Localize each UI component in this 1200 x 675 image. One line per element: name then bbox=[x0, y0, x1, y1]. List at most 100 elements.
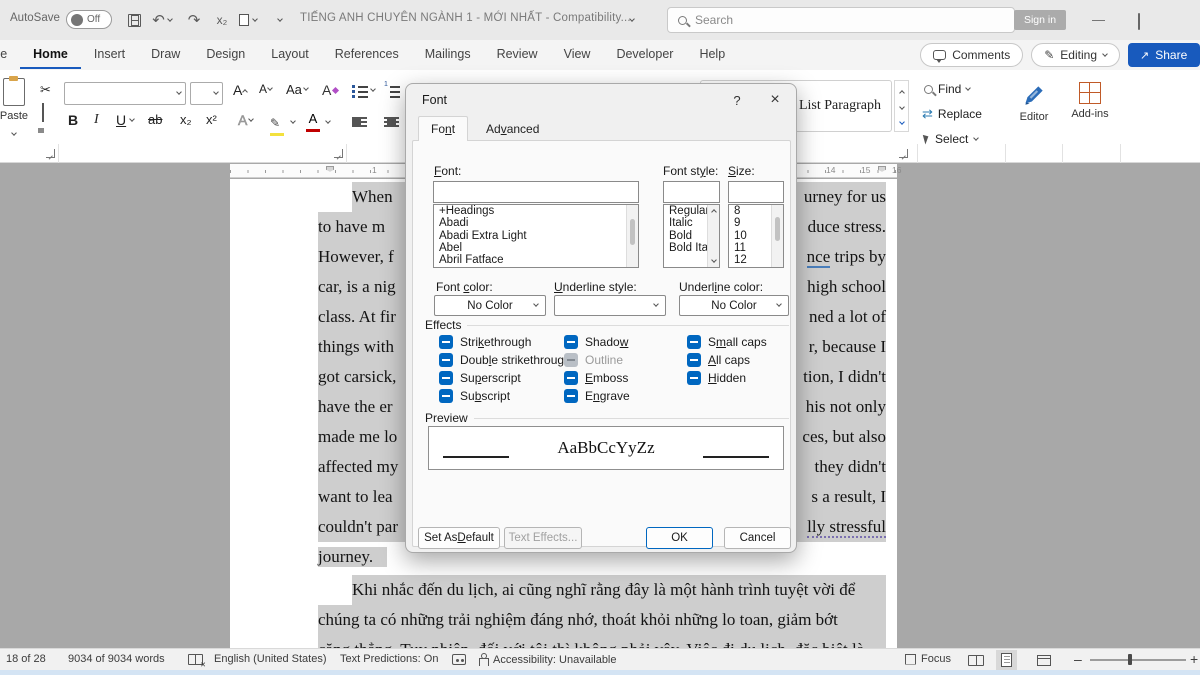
tab-file[interactable]: File bbox=[0, 41, 20, 69]
checkbox-strikethrough[interactable]: Strikethrough bbox=[439, 335, 531, 349]
font-list-item[interactable]: Abadi Extra Light bbox=[434, 230, 638, 242]
font-list-scrollbar[interactable] bbox=[626, 205, 638, 267]
dialog-close-button[interactable]: × bbox=[762, 90, 788, 110]
replace-button[interactable]: Replace bbox=[922, 106, 982, 122]
chevron-down-icon[interactable] bbox=[290, 118, 296, 124]
comments-button[interactable]: Comments bbox=[920, 43, 1023, 67]
ok-button[interactable]: OK bbox=[646, 527, 713, 549]
italic-button[interactable]: I bbox=[94, 112, 99, 128]
text-predictions-icon[interactable] bbox=[452, 654, 466, 665]
doc-line-vietnamese[interactable]: Khi nhắc đến du lịch, ai cũng nghĩ rằng … bbox=[352, 575, 886, 605]
sign-in-button[interactable]: Sign in bbox=[1014, 10, 1066, 30]
redo-button[interactable]: ↷ bbox=[182, 8, 206, 32]
autosave-toggle[interactable]: Off bbox=[66, 10, 112, 29]
font-style-input[interactable] bbox=[663, 181, 720, 203]
qat-overflow-button[interactable] bbox=[268, 8, 292, 32]
size-list[interactable]: 8 9 10 11 12 bbox=[728, 204, 784, 268]
bold-button[interactable]: B bbox=[68, 112, 78, 128]
tab-mailings[interactable]: Mailings bbox=[412, 41, 484, 69]
language-status[interactable]: English (United States) bbox=[214, 653, 327, 665]
chevron-down-icon[interactable] bbox=[325, 118, 331, 124]
search-input[interactable]: Search bbox=[667, 7, 1015, 33]
highlight-button[interactable] bbox=[270, 114, 284, 136]
zoom-out-button[interactable]: – bbox=[1074, 651, 1082, 667]
undo-button[interactable]: ↶ bbox=[150, 8, 174, 32]
editor-button[interactable]: Editor bbox=[1012, 82, 1056, 123]
font-color-button[interactable]: A bbox=[306, 110, 320, 132]
font-name-input[interactable] bbox=[433, 181, 639, 203]
underline-color-dropdown[interactable]: No Color bbox=[679, 295, 789, 316]
subscript-qat-button[interactable]: x₂ bbox=[210, 8, 234, 32]
print-layout-button[interactable] bbox=[996, 650, 1017, 670]
font-size-combobox[interactable] bbox=[190, 82, 223, 105]
checkbox-all-caps[interactable]: All caps bbox=[687, 353, 750, 367]
subscript-button[interactable]: x₂ bbox=[180, 112, 192, 127]
tab-draw[interactable]: Draw bbox=[138, 41, 193, 69]
style-list-scrollbar[interactable] bbox=[707, 205, 719, 267]
size-input[interactable] bbox=[728, 181, 784, 203]
tab-advanced[interactable]: Advanced bbox=[474, 116, 551, 141]
chevron-down-icon[interactable] bbox=[370, 86, 376, 92]
zoom-slider-handle[interactable] bbox=[1128, 654, 1132, 665]
font-name-combobox[interactable] bbox=[64, 82, 186, 105]
set-as-default-button[interactable]: Set As Default bbox=[418, 527, 500, 549]
checkbox-hidden[interactable]: Hidden bbox=[687, 371, 746, 385]
copy-button[interactable] bbox=[42, 104, 44, 122]
underline-style-dropdown[interactable] bbox=[554, 295, 666, 316]
checkbox-engrave[interactable]: Engrave bbox=[564, 389, 630, 403]
font-dialog-launcher[interactable] bbox=[334, 149, 343, 158]
shrink-font-button[interactable]: A bbox=[259, 82, 272, 96]
checkbox-subscript[interactable]: Subscript bbox=[439, 389, 510, 403]
font-list-item[interactable]: Abel bbox=[434, 242, 638, 254]
minimize-button[interactable]: — bbox=[1092, 12, 1105, 27]
zoom-slider-track[interactable] bbox=[1090, 659, 1186, 661]
share-button[interactable]: Share bbox=[1128, 43, 1200, 67]
underline-button[interactable]: U bbox=[116, 112, 126, 128]
select-button[interactable]: Select bbox=[924, 132, 978, 146]
doc-line-vietnamese[interactable]: chúng ta có những trải nghiệm đáng nhớ, … bbox=[318, 605, 886, 635]
read-mode-button[interactable] bbox=[963, 650, 989, 670]
dialog-help-button[interactable]: ? bbox=[724, 90, 750, 110]
superscript-button[interactable]: x² bbox=[206, 112, 217, 127]
tab-view[interactable]: View bbox=[551, 41, 604, 69]
tab-insert[interactable]: Insert bbox=[81, 41, 138, 69]
checkbox-small-caps[interactable]: Small caps bbox=[687, 335, 767, 349]
size-list-scrollbar[interactable] bbox=[771, 205, 783, 267]
tab-review[interactable]: Review bbox=[484, 41, 551, 69]
page-indicator[interactable]: 18 of 28 bbox=[6, 653, 46, 665]
editing-mode-button[interactable]: Editing bbox=[1031, 43, 1120, 67]
grow-font-button[interactable]: A bbox=[233, 82, 247, 98]
styles-dialog-launcher[interactable] bbox=[899, 149, 908, 158]
word-count[interactable]: 9034 of 9034 words bbox=[68, 653, 165, 665]
chevron-down-icon[interactable] bbox=[129, 116, 135, 122]
tab-home[interactable]: Home bbox=[20, 41, 81, 69]
checkbox-superscript[interactable]: Superscript bbox=[439, 371, 521, 385]
focus-mode-button[interactable]: Focus bbox=[905, 653, 951, 665]
paste-special-qat-button[interactable] bbox=[236, 8, 260, 32]
checkbox-emboss[interactable]: Emboss bbox=[564, 371, 628, 385]
strikethrough-button[interactable]: ab bbox=[148, 112, 162, 127]
clipboard-dialog-launcher[interactable] bbox=[46, 149, 55, 158]
font-list-item[interactable]: Abadi bbox=[434, 217, 638, 229]
cancel-button[interactable]: Cancel bbox=[724, 527, 791, 549]
checkbox-double-strikethrough[interactable]: Double strikethrough bbox=[439, 353, 571, 367]
font-list-item[interactable]: +Headings bbox=[434, 205, 638, 217]
text-effects-button[interactable]: A bbox=[238, 112, 253, 128]
styles-gallery-scroll[interactable] bbox=[894, 80, 909, 132]
style-item-list-paragraph[interactable]: List Paragraph bbox=[799, 98, 881, 114]
title-dropdown-button[interactable] bbox=[620, 8, 644, 32]
tab-help[interactable]: Help bbox=[686, 41, 738, 69]
change-case-button[interactable]: Aa bbox=[286, 82, 308, 97]
web-layout-button[interactable] bbox=[1032, 650, 1056, 670]
proofing-status-icon[interactable] bbox=[188, 654, 203, 665]
font-list[interactable]: +Headings Abadi Abadi Extra Light Abel A… bbox=[433, 204, 639, 268]
save-button[interactable] bbox=[122, 8, 146, 32]
font-list-item[interactable]: Abril Fatface bbox=[434, 254, 638, 266]
text-predictions-status[interactable]: Text Predictions: On bbox=[340, 653, 438, 665]
find-button[interactable]: Find bbox=[924, 82, 970, 96]
cut-button[interactable]: ✂ bbox=[40, 82, 51, 98]
font-style-list[interactable]: Regular Italic Bold Bold Italic bbox=[663, 204, 720, 268]
addins-button[interactable]: Add-ins bbox=[1066, 82, 1114, 120]
tab-layout[interactable]: Layout bbox=[258, 41, 322, 69]
tab-references[interactable]: References bbox=[322, 41, 412, 69]
